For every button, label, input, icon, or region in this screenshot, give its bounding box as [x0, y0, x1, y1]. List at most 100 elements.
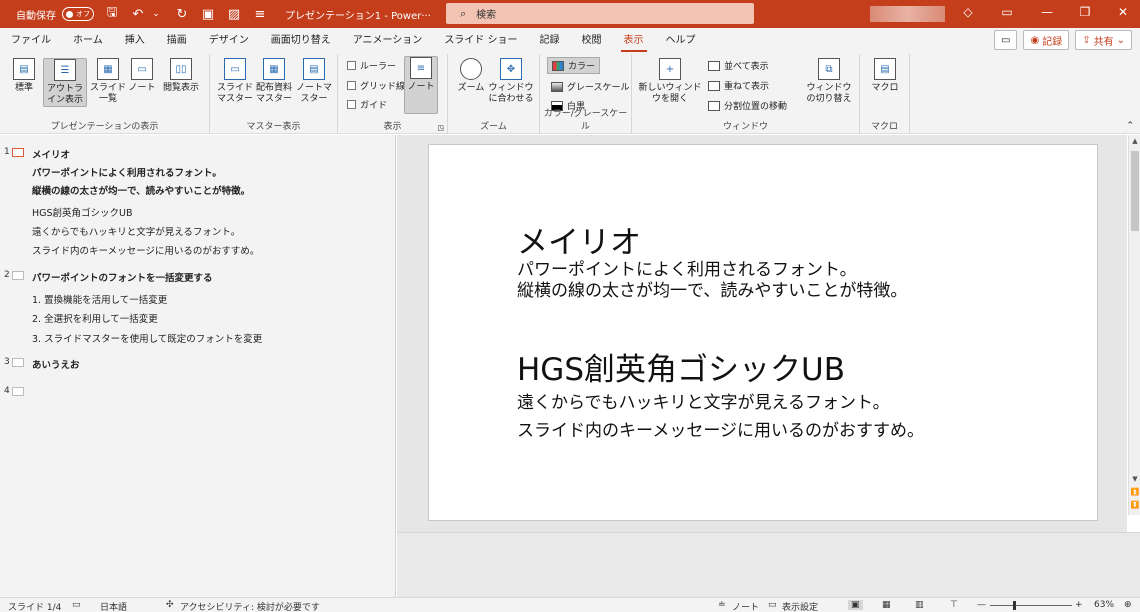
- restore-icon[interactable]: ❐: [1075, 5, 1095, 19]
- color-button[interactable]: カラー: [547, 57, 601, 74]
- slideshow-status-icon[interactable]: ⊤: [950, 600, 958, 610]
- tab-animations[interactable]: アニメーション: [342, 28, 434, 54]
- zoom-level[interactable]: 63%: [1094, 600, 1114, 610]
- normal-view-status-icon[interactable]: ▣: [848, 600, 863, 610]
- slide-heading-2[interactable]: HGS創英角ゴシックUB: [517, 344, 845, 389]
- normal-view-button[interactable]: ▤ 標準: [4, 58, 44, 94]
- slide-canvas[interactable]: メイリオ パワーポイントによく利用されるフォント。 縦横の線の太さが均一で、読み…: [428, 144, 1098, 521]
- notes-pane[interactable]: [397, 532, 1140, 597]
- move-split-button[interactable]: 分割位置の移動: [708, 99, 787, 112]
- handout-master-button[interactable]: ▦ 配布資料マスター: [254, 58, 294, 105]
- guides-checkbox[interactable]: ガイド: [347, 98, 387, 111]
- zoom-slider-thumb[interactable]: [1013, 601, 1016, 610]
- undo-icon[interactable]: ↶: [130, 7, 146, 22]
- accessibility-status[interactable]: アクセシビリティ: 検討が必要です: [180, 600, 320, 612]
- share-button[interactable]: ⇪ 共有 ⌄: [1075, 30, 1132, 50]
- picture-icon[interactable]: ▨: [226, 7, 242, 22]
- scroll-thumb[interactable]: [1131, 151, 1139, 231]
- zoom-in-icon[interactable]: +: [1075, 600, 1083, 610]
- tab-file[interactable]: ファイル: [0, 28, 62, 54]
- outline-slide-thumbnail[interactable]: [12, 358, 24, 367]
- outline-slide-title[interactable]: パワーポイントのフォントを一括変更する: [32, 270, 213, 284]
- switch-windows-button[interactable]: ⧉ ウィンドウの切り替え: [804, 58, 854, 105]
- minimize-icon[interactable]: —: [1037, 5, 1057, 19]
- outline-line[interactable]: 3. スライドマスターを使用して既定のフォントを変更: [32, 331, 262, 345]
- arrange-all-button[interactable]: 並べて表示: [708, 59, 769, 72]
- outline-line[interactable]: パワーポイントによく利用されるフォント。: [32, 165, 222, 179]
- outline-pane[interactable]: 1 メイリオ パワーポイントによく利用されるフォント。 縦横の線の太さが均一で、…: [0, 135, 396, 597]
- scroll-down-icon[interactable]: ▼: [1129, 475, 1140, 483]
- previous-slide-icon[interactable]: ⏫: [1129, 488, 1140, 496]
- spelling-icon[interactable]: ▭: [72, 600, 81, 610]
- collapse-ribbon-icon[interactable]: ⌃: [1126, 121, 1134, 131]
- notes-toggle-button[interactable]: ≡ ノート: [404, 56, 438, 114]
- tab-insert[interactable]: 挿入: [114, 28, 156, 54]
- fit-to-window-button[interactable]: ✥ ウィンドウに合わせる: [488, 58, 534, 105]
- outline-line[interactable]: 縦横の線の太さが均一で、読みやすいことが特徴。: [32, 183, 250, 197]
- notes-icon: ≐: [718, 600, 726, 610]
- reading-view-button[interactable]: ▯▯ 閲覧表示: [158, 58, 204, 94]
- customize-qat-icon[interactable]: ≡: [252, 7, 268, 22]
- outline-line[interactable]: 1. 置換機能を活用して一括変更: [32, 292, 167, 306]
- notes-page-button[interactable]: ▭ ノート: [122, 58, 162, 94]
- tab-review[interactable]: 校閲: [571, 28, 613, 54]
- outline-slide-thumbnail[interactable]: [12, 148, 24, 157]
- reading-view-status-icon[interactable]: ▥: [915, 600, 924, 610]
- zoom-slider[interactable]: [990, 605, 1072, 606]
- scroll-up-icon[interactable]: ▲: [1129, 137, 1140, 145]
- tab-view[interactable]: 表示: [613, 28, 655, 54]
- account-name[interactable]: [870, 6, 945, 22]
- tab-slideshow[interactable]: スライド ショー: [433, 28, 528, 54]
- display-settings-button[interactable]: 表示設定: [782, 600, 818, 612]
- cascade-button[interactable]: 重ねて表示: [708, 79, 769, 92]
- outline-line[interactable]: スライド内のキーメッセージに用いるのがおすすめ。: [32, 243, 259, 257]
- ribbon-display-icon[interactable]: ▭: [997, 5, 1017, 19]
- outline-slide-title[interactable]: メイリオ: [32, 147, 70, 161]
- diamond-icon[interactable]: ◇: [958, 5, 978, 19]
- tab-transitions[interactable]: 画面切り替え: [260, 28, 342, 54]
- fit-slide-icon[interactable]: ⊕: [1124, 600, 1132, 610]
- vertical-scrollbar[interactable]: ▲ ▼ ⏫ ⏬: [1128, 135, 1140, 515]
- comments-button[interactable]: ▭: [994, 30, 1018, 50]
- slide-master-button[interactable]: ▭ スライドマスター: [215, 58, 255, 105]
- slide-text[interactable]: 遠くからでもハッキリと文字が見えるフォント。: [517, 388, 890, 413]
- tab-help[interactable]: ヘルプ: [655, 28, 707, 54]
- redo-icon[interactable]: ↻: [174, 7, 190, 22]
- ruler-checkbox[interactable]: ルーラー: [347, 59, 396, 72]
- tab-record[interactable]: 記録: [529, 28, 571, 54]
- macro-button[interactable]: ▤ マクロ: [865, 58, 905, 94]
- slide-sorter-status-icon[interactable]: ▦: [882, 600, 891, 610]
- new-window-button[interactable]: + 新しいウィンドウを開く: [638, 58, 702, 105]
- outline-slide-thumbnail[interactable]: [12, 387, 24, 396]
- tab-home[interactable]: ホーム: [62, 28, 114, 54]
- grayscale-swatch-icon: [551, 81, 563, 92]
- group-show: ルーラー グリッド線 ガイド ≡ ノート ◳ 表示: [338, 54, 448, 134]
- gridlines-checkbox[interactable]: グリッド線: [347, 79, 405, 92]
- undo-dropdown-icon[interactable]: ⌄: [148, 9, 164, 19]
- outline-line[interactable]: HGS創英角ゴシックUB: [32, 205, 133, 219]
- outline-slide-title[interactable]: あいうえお: [32, 357, 80, 371]
- tab-draw[interactable]: 描画: [156, 28, 198, 54]
- grayscale-button[interactable]: グレースケール: [551, 80, 630, 93]
- notes-button[interactable]: ノート: [732, 600, 759, 612]
- outline-line[interactable]: 遠くからでもハッキリと文字が見えるフォント。: [32, 224, 240, 238]
- autosave-toggle[interactable]: オフ: [62, 7, 94, 21]
- outline-view-button[interactable]: ☰ アウトライン表示: [43, 58, 87, 107]
- zoom-out-icon[interactable]: —: [977, 600, 986, 610]
- group-label: 表示: [383, 122, 402, 132]
- search-box[interactable]: ⌕ 検索: [446, 3, 754, 24]
- save-icon[interactable]: 🖫: [104, 3, 120, 25]
- outline-slide-thumbnail[interactable]: [12, 271, 24, 280]
- slide-text[interactable]: スライド内のキーメッセージに用いるのがおすすめ。: [517, 416, 924, 441]
- language-indicator[interactable]: 日本語: [100, 600, 127, 612]
- from-beginning-icon[interactable]: ▣: [200, 7, 216, 22]
- zoom-button[interactable]: ズーム: [451, 58, 491, 94]
- close-icon[interactable]: ✕: [1113, 5, 1133, 19]
- record-button[interactable]: ◉ 記録: [1023, 30, 1070, 50]
- outline-line[interactable]: 2. 全選択を利用して一括変更: [32, 311, 158, 325]
- slide-master-label: スライドマスター: [216, 83, 253, 104]
- slide-text[interactable]: 縦横の線の太さが均一で、読みやすいことが特徴。: [517, 276, 907, 301]
- tab-design[interactable]: デザイン: [198, 28, 260, 54]
- next-slide-icon[interactable]: ⏬: [1129, 501, 1140, 509]
- notes-master-button[interactable]: ▤ ノートマスター: [294, 58, 334, 105]
